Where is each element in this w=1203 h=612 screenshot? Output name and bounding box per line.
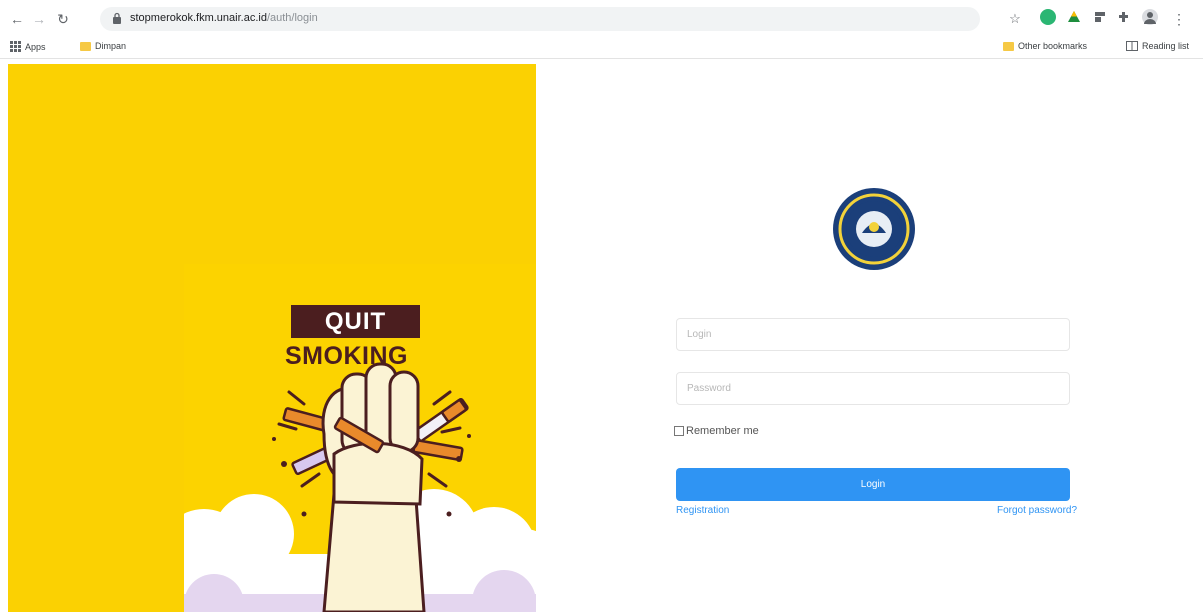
remember-label: Remember me [686,425,759,437]
reading-list-icon [1126,41,1138,51]
extension-icon[interactable] [1116,9,1132,25]
url-path: /auth/login [266,12,318,24]
university-seal-logo [833,188,915,270]
forgot-password-link[interactable]: Forgot password? [997,505,1077,516]
bookmarks-bar: Apps Dimpan Other bookmarks Reading list [0,36,1203,59]
reload-icon[interactable]: ↻ [54,10,72,28]
bookmark-other-label: Other bookmarks [1018,41,1088,51]
hero-panel: QUIT SMOKING [8,64,536,612]
forward-icon[interactable]: → [30,10,48,28]
profile-icon[interactable] [1142,9,1158,25]
hero-title-smoking: SMOKING [285,342,408,370]
url-host: stopmerokok.fkm.unair.ac.id [130,12,267,24]
apps-grid-icon [10,41,21,52]
bookmark-other[interactable]: Other bookmarks [1003,41,1087,51]
bookmark-folder-label: Dimpan [95,41,127,51]
folder-icon [80,41,91,51]
password-field[interactable] [676,372,1070,405]
bookmark-folder[interactable]: Dimpan [80,41,126,51]
reading-list[interactable]: Reading list [1126,41,1189,51]
address-bar[interactable]: stopmerokok.fkm.unair.ac.id/auth/login [100,7,980,31]
hero-title-quit: QUIT [291,305,420,338]
bookmark-apps-label: Apps [25,41,46,52]
login-input[interactable] [677,319,1069,350]
extension-icon[interactable] [1066,9,1082,25]
reading-list-label: Reading list [1142,41,1190,51]
extension-icon[interactable] [1092,9,1108,25]
extension-icon[interactable] [1040,9,1056,25]
back-icon[interactable]: ← [8,10,26,28]
lock-icon [113,12,121,24]
folder-icon [1003,41,1014,51]
browser-toolbar: ← → ↻ stopmerokok.fkm.unair.ac.id/auth/l… [0,0,1203,36]
registration-link[interactable]: Registration [676,505,729,516]
menu-icon[interactable]: ⋮ [1170,10,1188,28]
url-text: stopmerokok.fkm.unair.ac.id/auth/login [130,12,318,24]
star-icon[interactable]: ☆ [1006,10,1024,28]
login-field[interactable] [676,318,1070,351]
page-content: QUIT SMOKING Remember me Login Registrat… [0,64,1203,612]
login-button[interactable]: Login [676,468,1070,501]
password-input[interactable] [677,373,1069,404]
bookmark-apps[interactable]: Apps [10,41,46,52]
remember-me[interactable]: Remember me [674,425,759,437]
remember-checkbox[interactable] [674,426,684,436]
